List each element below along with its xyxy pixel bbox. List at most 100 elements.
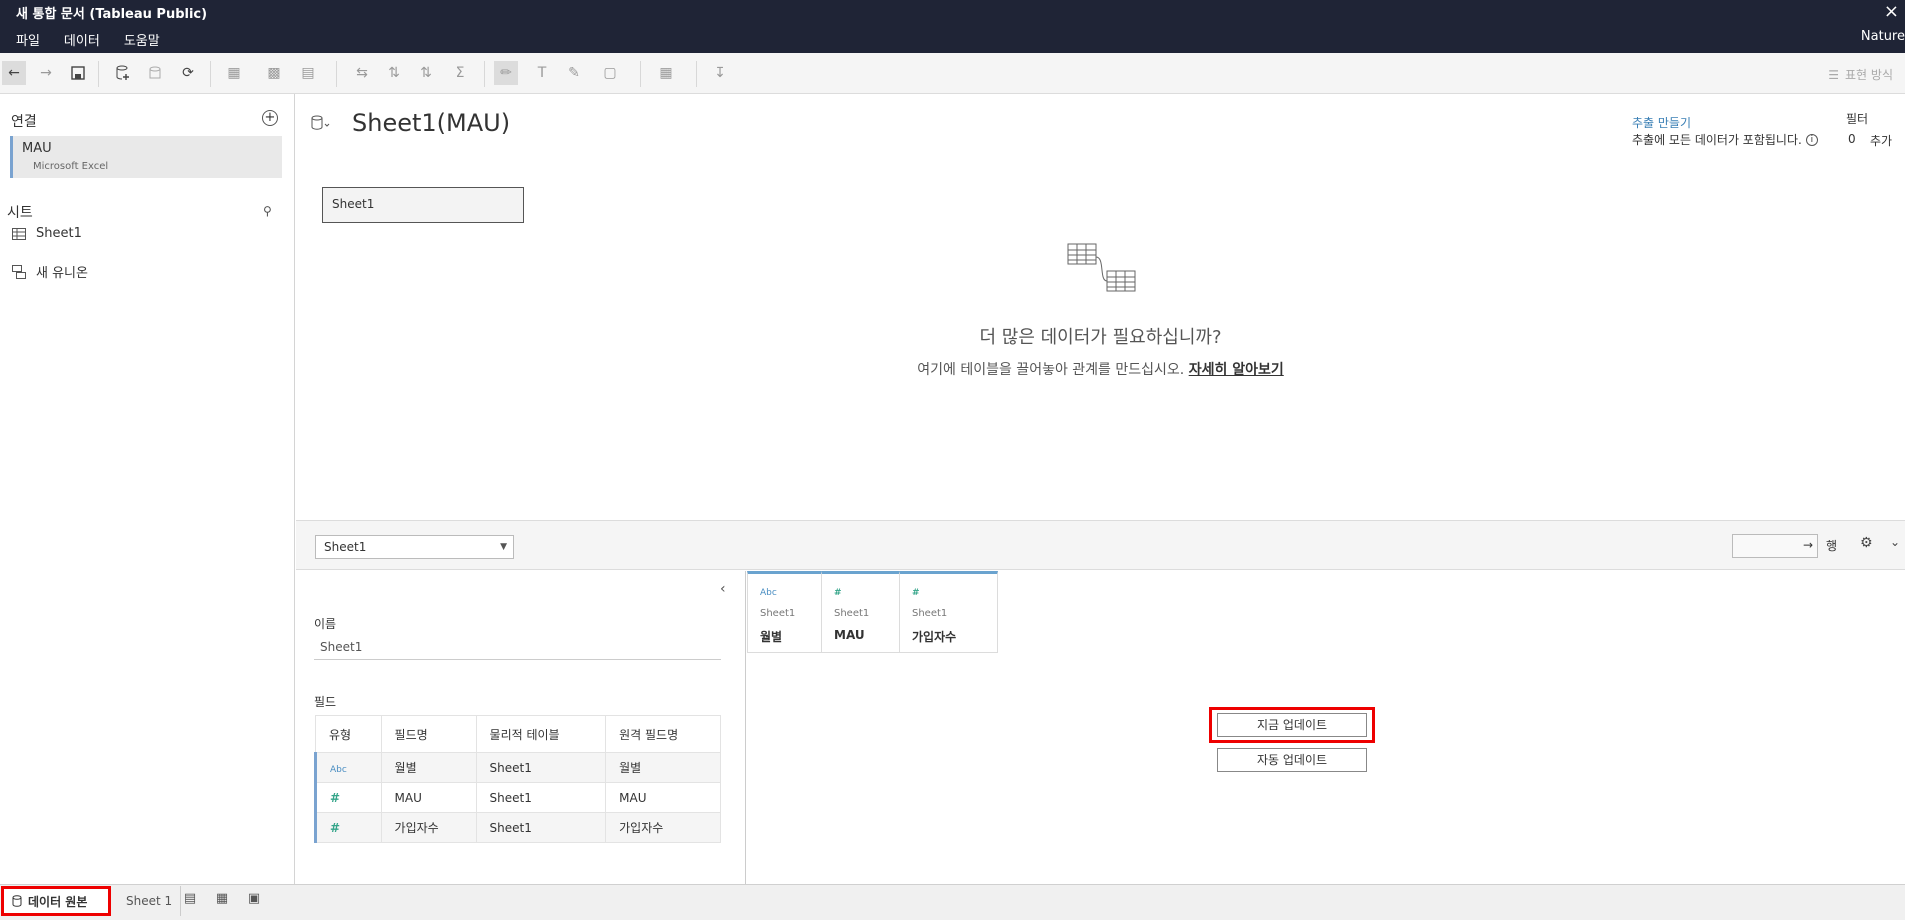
grid-column-header[interactable]: # Sheet1 가입자수 [899, 571, 998, 653]
new-story-icon[interactable]: ▣ [244, 891, 264, 911]
add-filter-link[interactable]: 추가 [1870, 132, 1892, 149]
grid-column-header[interactable]: # Sheet1 MAU [821, 571, 900, 653]
filters-label: 필터 [1846, 112, 1869, 126]
create-extract-link[interactable]: 추출 만들기 [1632, 114, 1691, 131]
sheet-name: Sheet1 [36, 226, 82, 241]
gear-icon[interactable]: ⚙ [1860, 535, 1873, 551]
datasource-icon[interactable] [310, 115, 332, 133]
user-label[interactable]: Nature [1861, 29, 1905, 44]
new-datasource-icon[interactable] [111, 61, 135, 85]
connection-type: Microsoft Excel [33, 161, 109, 172]
column-source: Sheet1 [760, 608, 796, 619]
tab-datasource[interactable]: 데이터 원본 [1, 886, 111, 916]
string-type-icon[interactable]: Abc [330, 765, 347, 775]
highlight-icon[interactable]: ✏ [494, 61, 518, 85]
number-type-icon[interactable]: # [330, 821, 340, 835]
menu-help[interactable]: 도움말 [124, 30, 160, 49]
save-icon[interactable] [66, 61, 90, 85]
refresh-icon[interactable]: ⟳ [176, 61, 200, 85]
more-data-text: 여기에 테이블을 끌어놓아 관계를 만드십시오. [917, 362, 1185, 378]
number-type-icon[interactable]: # [912, 588, 920, 598]
search-icon[interactable]: ⚲ [263, 204, 272, 218]
col-header-remote[interactable]: 원격 필드명 [605, 715, 721, 753]
relationship-canvas[interactable]: Sheet1(MAU) 추출 만들기 추출에 모든 데이터가 포함됩니다. i … [296, 94, 1905, 520]
auto-update-button[interactable]: 자동 업데이트 [1217, 748, 1367, 772]
table-select-value: Sheet1 [324, 540, 367, 554]
col-header-type[interactable]: 유형 [315, 715, 382, 753]
metadata-pane: ‹ 이름 Sheet1 필드 유형 필드명 물리적 테이블 원격 필드명 Abc… [296, 571, 746, 884]
learn-more-link[interactable]: 자세히 알아보기 [1189, 362, 1284, 378]
menu-data[interactable]: 데이터 [64, 30, 100, 49]
clear-icon[interactable]: ▤ [296, 61, 320, 85]
table-row[interactable]: # MAU Sheet1 MAU [314, 782, 721, 813]
sheet-item[interactable]: Sheet1 [12, 226, 82, 241]
update-now-button[interactable]: 지금 업데이트 [1217, 713, 1367, 737]
tab-datasource-label: 데이터 원본 [28, 894, 88, 909]
new-union-item[interactable]: 새 유니온 [12, 262, 88, 281]
sort-desc-icon[interactable]: ⇅ [414, 61, 438, 85]
sort-asc-icon[interactable]: ⇅ [382, 61, 406, 85]
name-label: 이름 [314, 617, 337, 631]
show-me[interactable]: ☰ 표현 방식 [1828, 66, 1893, 83]
grid-column-header[interactable]: Abc Sheet1 월별 [747, 571, 822, 653]
toolbar: ← → ⟳ ▦ ▩ ▤ ⇆ ⇅ ⇅ Σ ✏ T ✎ ▢ ▦ ↧ ☰ 표현 방식 [0, 53, 1905, 94]
table-row[interactable]: # 가입자수 Sheet1 가입자수 [314, 812, 721, 843]
table-icon [12, 227, 26, 240]
grid-toolbar: Sheet1 ▼ → 행 ⚙ ⌄ [296, 520, 1905, 570]
swap-icon[interactable]: ⇆ [350, 61, 374, 85]
pause-icon[interactable] [143, 61, 167, 85]
remote-field: 월별 [605, 752, 721, 783]
string-type-icon[interactable]: Abc [760, 588, 777, 598]
remote-field: 가입자수 [605, 812, 721, 843]
close-icon[interactable]: × [1884, 1, 1899, 22]
field-name[interactable]: 가입자수 [380, 812, 477, 843]
col-header-field[interactable]: 필드명 [380, 715, 477, 753]
name-field[interactable]: Sheet1 [314, 634, 721, 660]
table-box-sheet1[interactable]: Sheet1 [322, 187, 524, 223]
more-data-description: 여기에 테이블을 끌어놓아 관계를 만드십시오. 자세히 알아보기 [296, 359, 1905, 379]
present-icon[interactable]: ↧ [708, 61, 732, 85]
datasource-title[interactable]: Sheet1(MAU) [352, 109, 510, 137]
sum-icon[interactable]: Σ [448, 61, 472, 85]
chart-icon[interactable]: ▦ [654, 61, 678, 85]
menu-file[interactable]: 파일 [16, 30, 40, 49]
label-icon[interactable]: T [530, 61, 554, 85]
field-name[interactable]: MAU [380, 782, 477, 813]
field-name[interactable]: 월별 [380, 752, 477, 783]
forward-icon[interactable]: → [34, 61, 58, 85]
number-type-icon[interactable]: # [834, 588, 842, 598]
collapse-chevron-icon[interactable]: ⌄ [1890, 535, 1900, 549]
connection-name: MAU [22, 141, 52, 156]
table-select[interactable]: Sheet1 ▼ [315, 535, 514, 559]
arrow-right-icon: → [1802, 538, 1813, 552]
fields-header-row: 유형 필드명 물리적 테이블 원격 필드명 [315, 715, 721, 753]
tab-sheet-1[interactable]: Sheet 1 [118, 886, 182, 916]
new-dashboard-icon[interactable]: ▦ [212, 891, 232, 911]
table-row[interactable]: Abc 월별 Sheet1 월별 [314, 752, 721, 783]
fit-icon[interactable]: ▢ [598, 61, 622, 85]
remote-field: MAU [605, 782, 721, 813]
more-data-title: 더 많은 데이터가 필요하십니까? [979, 327, 1222, 348]
duplicate-icon[interactable]: ▩ [262, 61, 286, 85]
menu-bar: 파일 데이터 도움말 [16, 30, 160, 49]
back-icon[interactable]: ← [2, 61, 26, 85]
column-source: Sheet1 [834, 608, 870, 619]
column-source: Sheet1 [912, 608, 948, 619]
number-type-icon[interactable]: # [330, 791, 340, 805]
connection-item[interactable]: MAU Microsoft Excel [10, 136, 282, 178]
filters-count: 0 [1848, 132, 1856, 146]
collapse-left-icon[interactable]: ‹ [720, 581, 726, 597]
sheets-title: 시트 [7, 205, 33, 221]
col-header-table[interactable]: 물리적 테이블 [475, 715, 607, 753]
rows-input[interactable]: → [1732, 534, 1818, 558]
annotate-icon[interactable]: ✎ [562, 61, 586, 85]
new-worksheet-icon[interactable]: ▤ [180, 891, 200, 911]
extract-note-text: 추출에 모든 데이터가 포함됩니다. [1632, 133, 1802, 147]
column-name: 가입자수 [912, 630, 957, 644]
add-connection-icon[interactable]: + [262, 110, 278, 126]
relationship-illustration-icon [1067, 243, 1136, 292]
new-sheet-icon[interactable]: ▦ [222, 61, 246, 85]
new-union-label: 새 유니온 [36, 266, 88, 281]
data-grid[interactable]: Abc Sheet1 월별 # Sheet1 MAU # Sheet1 가입자수… [747, 571, 1905, 884]
info-icon[interactable]: i [1805, 133, 1818, 146]
